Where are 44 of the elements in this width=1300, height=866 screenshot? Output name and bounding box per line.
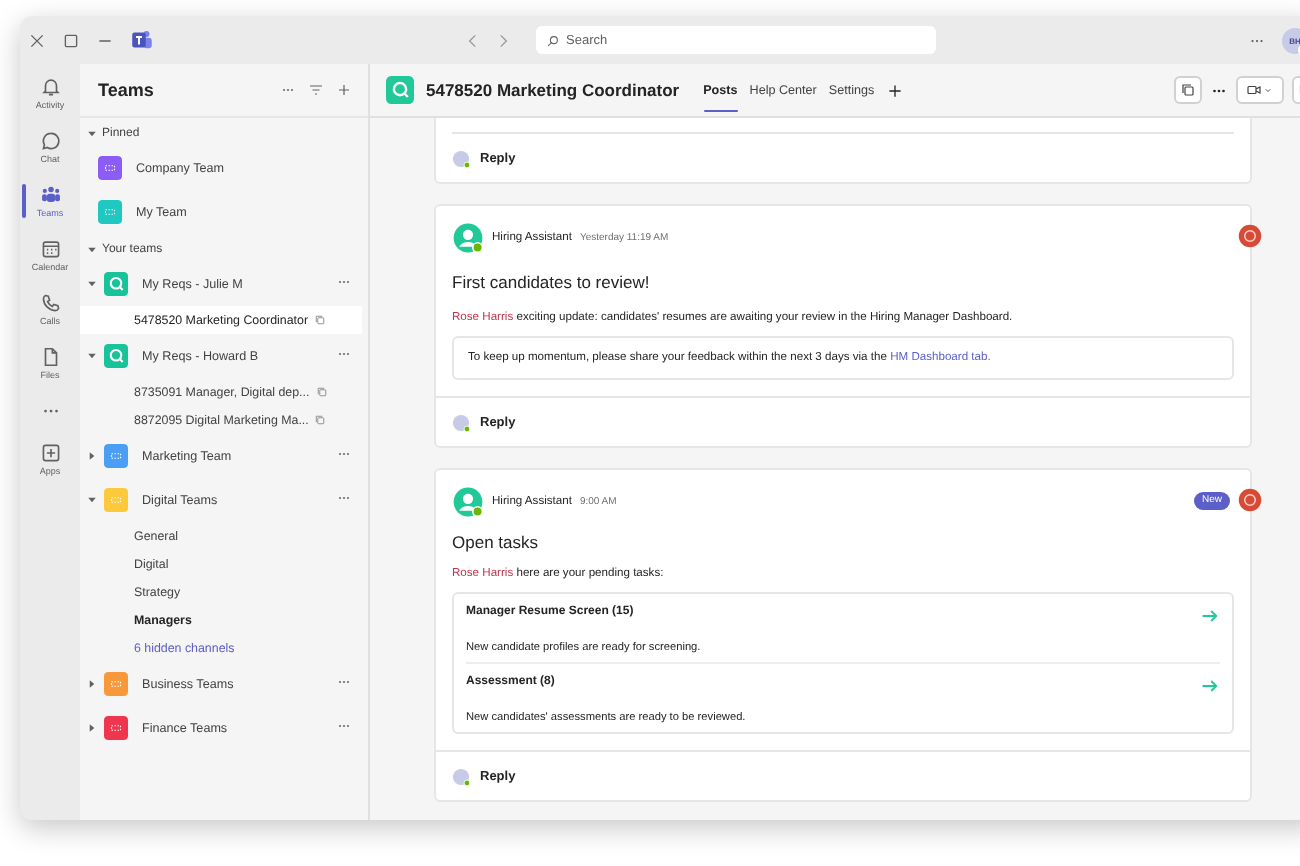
- caret-icon[interactable]: [86, 722, 98, 734]
- app-logo-icon: [130, 28, 154, 52]
- phone-icon: [39, 292, 61, 314]
- bot-avatar-icon: [452, 222, 484, 254]
- alert-icon: [1238, 488, 1262, 512]
- message-title: Open tasks: [452, 532, 540, 552]
- caret-icon[interactable]: [86, 128, 98, 140]
- video-icon: [1246, 82, 1262, 98]
- caret-icon[interactable]: [86, 244, 98, 256]
- add-app-icon: [39, 442, 61, 464]
- caret-icon[interactable]: [86, 350, 98, 362]
- copy-icon: [315, 386, 328, 398]
- maximize-icon: [62, 31, 80, 49]
- close-icon: [28, 31, 46, 49]
- caret-icon[interactable]: [86, 494, 98, 506]
- copy-button[interactable]: [1174, 76, 1202, 104]
- caret-icon[interactable]: [86, 678, 98, 690]
- add-icon: [336, 82, 352, 98]
- alert-icon: [1238, 224, 1262, 248]
- bell-icon: [39, 76, 61, 98]
- reply-avatar-icon: [452, 149, 470, 167]
- copy-icon: [1180, 82, 1196, 98]
- reply-avatar-icon: [452, 413, 470, 431]
- search-icon: [546, 33, 560, 47]
- arrow-icon: [1200, 606, 1220, 626]
- people-icon: [39, 184, 61, 206]
- bot-avatar-icon: [452, 486, 484, 518]
- video-button[interactable]: [1236, 76, 1284, 104]
- file-icon: [39, 346, 61, 368]
- copy-icon: [314, 314, 327, 326]
- arrow-icon: [1200, 676, 1220, 696]
- team-logo-icon: [386, 76, 414, 104]
- filter-icon: [308, 82, 324, 98]
- add-tab-icon: [886, 81, 905, 99]
- sidebar-title: Teams: [98, 80, 154, 100]
- message-title: First candidates to review!: [452, 272, 652, 292]
- caret-icon[interactable]: [86, 278, 98, 290]
- calendar-icon: [39, 238, 61, 260]
- caret-icon[interactable]: [86, 450, 98, 462]
- chevron-icon: [1262, 84, 1274, 96]
- reply-avatar-icon: [452, 767, 470, 785]
- channel-title: 5478520 Marketing Coordinator: [426, 80, 680, 100]
- copy-icon: [314, 414, 327, 426]
- chat-icon: [39, 130, 61, 152]
